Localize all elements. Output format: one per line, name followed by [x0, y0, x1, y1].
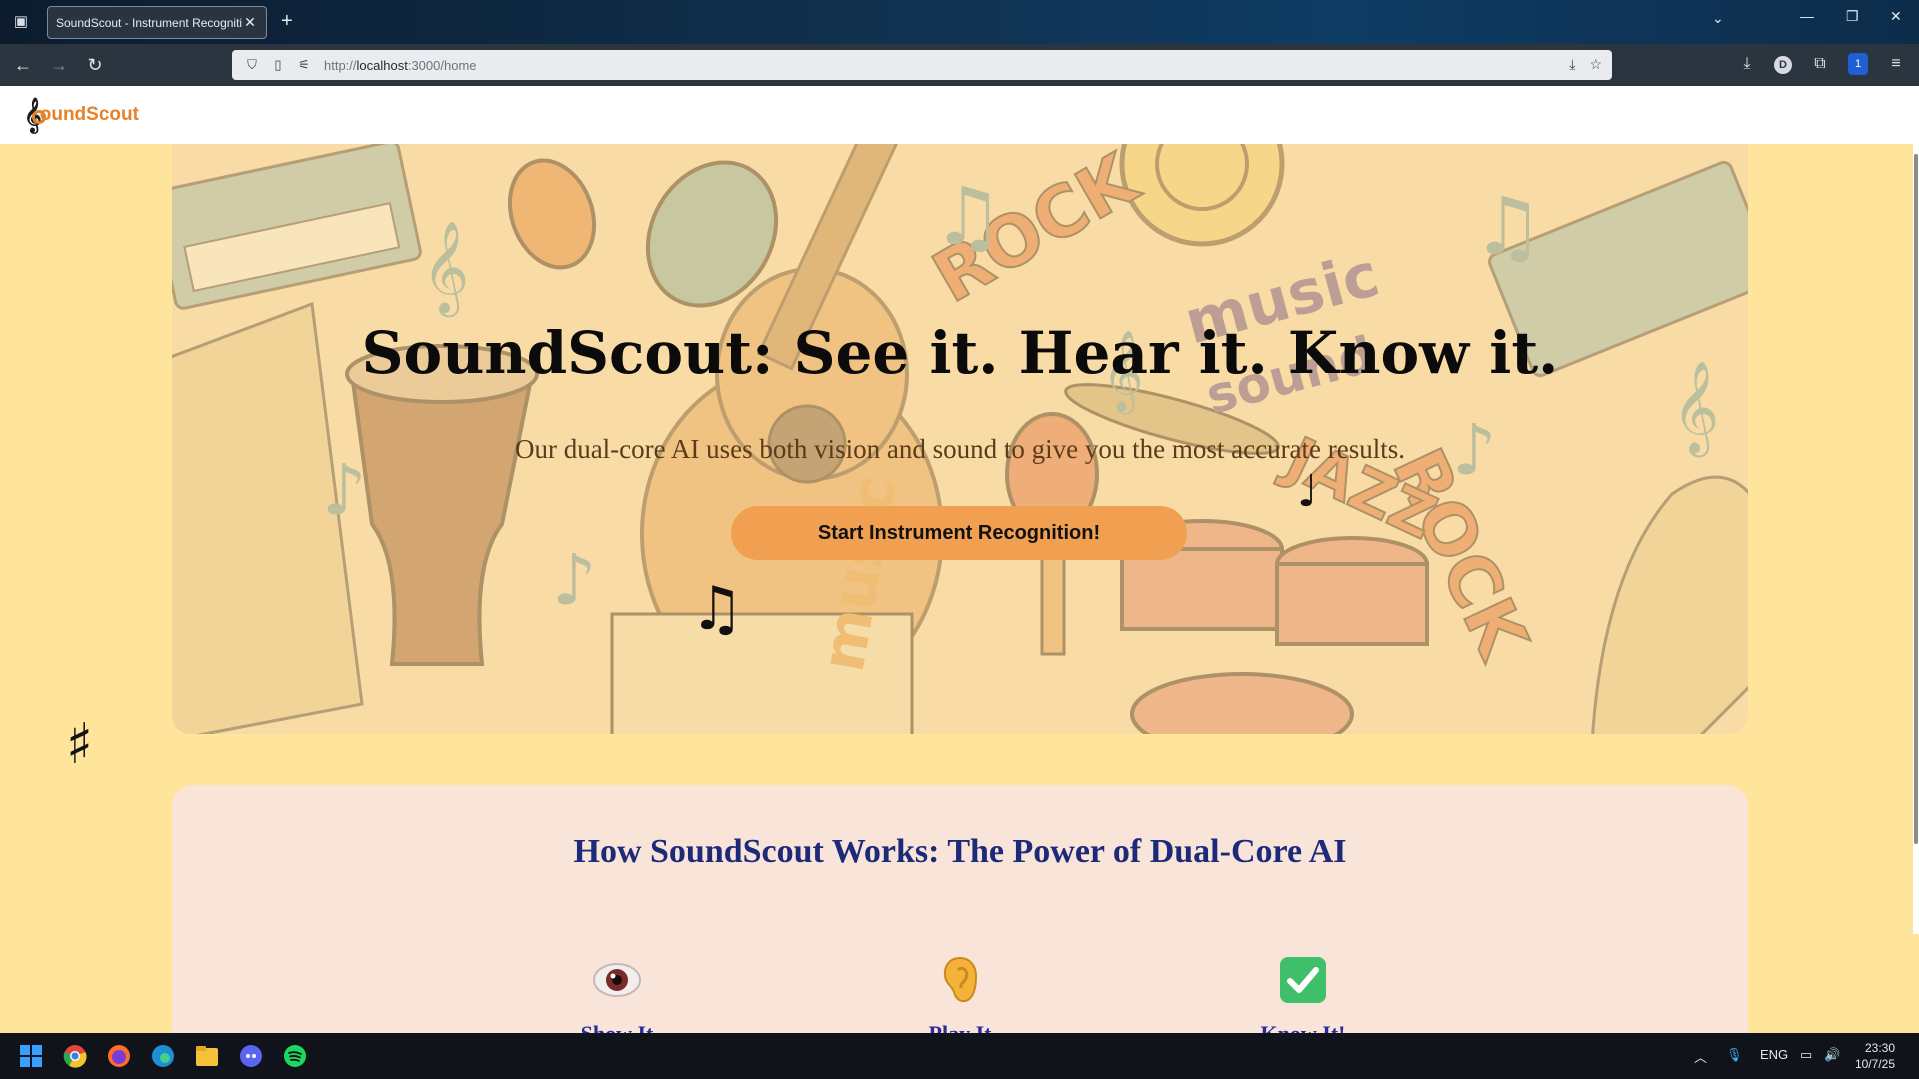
- tab-overflow-chevron-icon[interactable]: ⌄: [1712, 10, 1724, 27]
- edge-icon[interactable]: [150, 1043, 176, 1069]
- chrome-icon[interactable]: [62, 1043, 88, 1069]
- extensions-icon[interactable]: ⧉: [1810, 55, 1830, 73]
- tab-close-icon[interactable]: ✕: [242, 14, 258, 31]
- browser-nav-bar: ← → ↻ ⛉ ▯ ⚟ http://localhost:3000/home ⤓…: [0, 44, 1919, 86]
- new-tab-button[interactable]: +: [281, 10, 293, 32]
- restore-icon[interactable]: ❐: [1846, 8, 1859, 25]
- microphone-icon[interactable]: 🎙: [1726, 1047, 1743, 1063]
- step-label-show: Show It: [517, 1021, 717, 1033]
- network-icon[interactable]: ▭: [1800, 1047, 1812, 1063]
- quarter-note-icon: ♩: [1297, 466, 1318, 517]
- check-icon: [1278, 955, 1328, 1005]
- tab-list-icon[interactable]: ▣: [10, 10, 32, 32]
- hero-subtitle: Our dual-core AI uses both vision and so…: [514, 434, 1406, 464]
- firefox-icon[interactable]: [106, 1043, 132, 1069]
- profile-avatar[interactable]: D: [1774, 56, 1792, 74]
- how-it-works-title: How SoundScout Works: The Power of Dual-…: [573, 833, 1347, 870]
- address-bar[interactable]: ⛉ ▯ ⚟ http://localhost:3000/home ⤓ ☆: [232, 50, 1612, 80]
- clock-date: 10/7/25: [1854, 1057, 1895, 1071]
- treble-clef-icon: 𝄞: [24, 98, 46, 133]
- beamed-notes-icon: ♫: [690, 574, 744, 644]
- logo-text-a: ound: [39, 104, 87, 125]
- page-scrollbar[interactable]: [1913, 144, 1919, 934]
- site-header: 𝄞 oundScout: [0, 86, 1919, 144]
- web-page: 𝄞 oundScout ROCK music sound ROCK JAZZ m…: [0, 86, 1919, 1033]
- save-to-pocket-icon[interactable]: ⤓: [1569, 56, 1575, 73]
- step-label-play: Play It: [860, 1021, 1060, 1033]
- hero-title: SoundScout: See it. Hear it. Know it.: [361, 319, 1559, 387]
- logo-text-b: Scout: [86, 104, 139, 125]
- spotify-icon[interactable]: [282, 1043, 308, 1069]
- file-explorer-icon[interactable]: [194, 1043, 220, 1069]
- clock-time: 23:30: [1864, 1041, 1895, 1055]
- magnifier-icon: [32, 109, 46, 124]
- menu-hamburger-icon[interactable]: ≡: [1886, 55, 1906, 73]
- url-text[interactable]: http://localhost:3000/home: [324, 58, 477, 73]
- system-clock[interactable]: 23:30 10/7/25: [1855, 1040, 1895, 1072]
- ear-icon: [935, 955, 985, 1005]
- sharp-sign-icon: ♯: [66, 712, 94, 777]
- close-window-icon[interactable]: ✕: [1890, 8, 1902, 25]
- back-arrow-icon[interactable]: ←: [12, 54, 34, 76]
- shield-icon[interactable]: ⛉: [242, 57, 262, 73]
- minimize-icon[interactable]: —: [1800, 8, 1814, 24]
- os-taskbar: ︿ 🎙 ENG ▭ 🔊 23:30 10/7/25: [0, 1033, 1919, 1079]
- how-it-works-section: How SoundScout Works: The Power of Dual-…: [172, 785, 1748, 1033]
- downloads-icon[interactable]: ⤓: [1737, 55, 1757, 73]
- step-label-know: Know It!: [1203, 1021, 1403, 1033]
- soundscout-logo[interactable]: 𝄞 oundScout: [24, 98, 139, 133]
- forward-arrow-icon[interactable]: →: [48, 54, 70, 76]
- tab-title: SoundScout - Instrument Recognition: [56, 15, 242, 30]
- reload-icon[interactable]: ↻: [84, 54, 106, 76]
- permissions-icon[interactable]: ⚟: [294, 57, 314, 73]
- extension-badge-icon[interactable]: 1: [1848, 53, 1868, 75]
- bookmark-star-icon[interactable]: ☆: [1589, 56, 1602, 73]
- volume-icon[interactable]: 🔊: [1824, 1047, 1840, 1063]
- tray-chevron-up-icon[interactable]: ︿: [1694, 1047, 1707, 1066]
- language-indicator[interactable]: ENG: [1760, 1047, 1788, 1062]
- tab-soundscout[interactable]: SoundScout - Instrument Recognition ✕: [47, 6, 267, 39]
- browser-tab-bar: ▣ SoundScout - Instrument Recognition ✕ …: [0, 0, 1919, 44]
- page-icon[interactable]: ▯: [268, 57, 288, 73]
- windows-start-icon[interactable]: [18, 1043, 44, 1069]
- discord-icon[interactable]: [238, 1043, 264, 1069]
- scrollbar-thumb[interactable]: [1914, 154, 1918, 844]
- eye-icon: [592, 955, 642, 1005]
- hero-banner: ROCK music sound ROCK JAZZ music 𝄞 𝄞 𝄞 ♫…: [172, 144, 1748, 734]
- start-recognition-button[interactable]: Start Instrument Recognition!: [731, 506, 1187, 560]
